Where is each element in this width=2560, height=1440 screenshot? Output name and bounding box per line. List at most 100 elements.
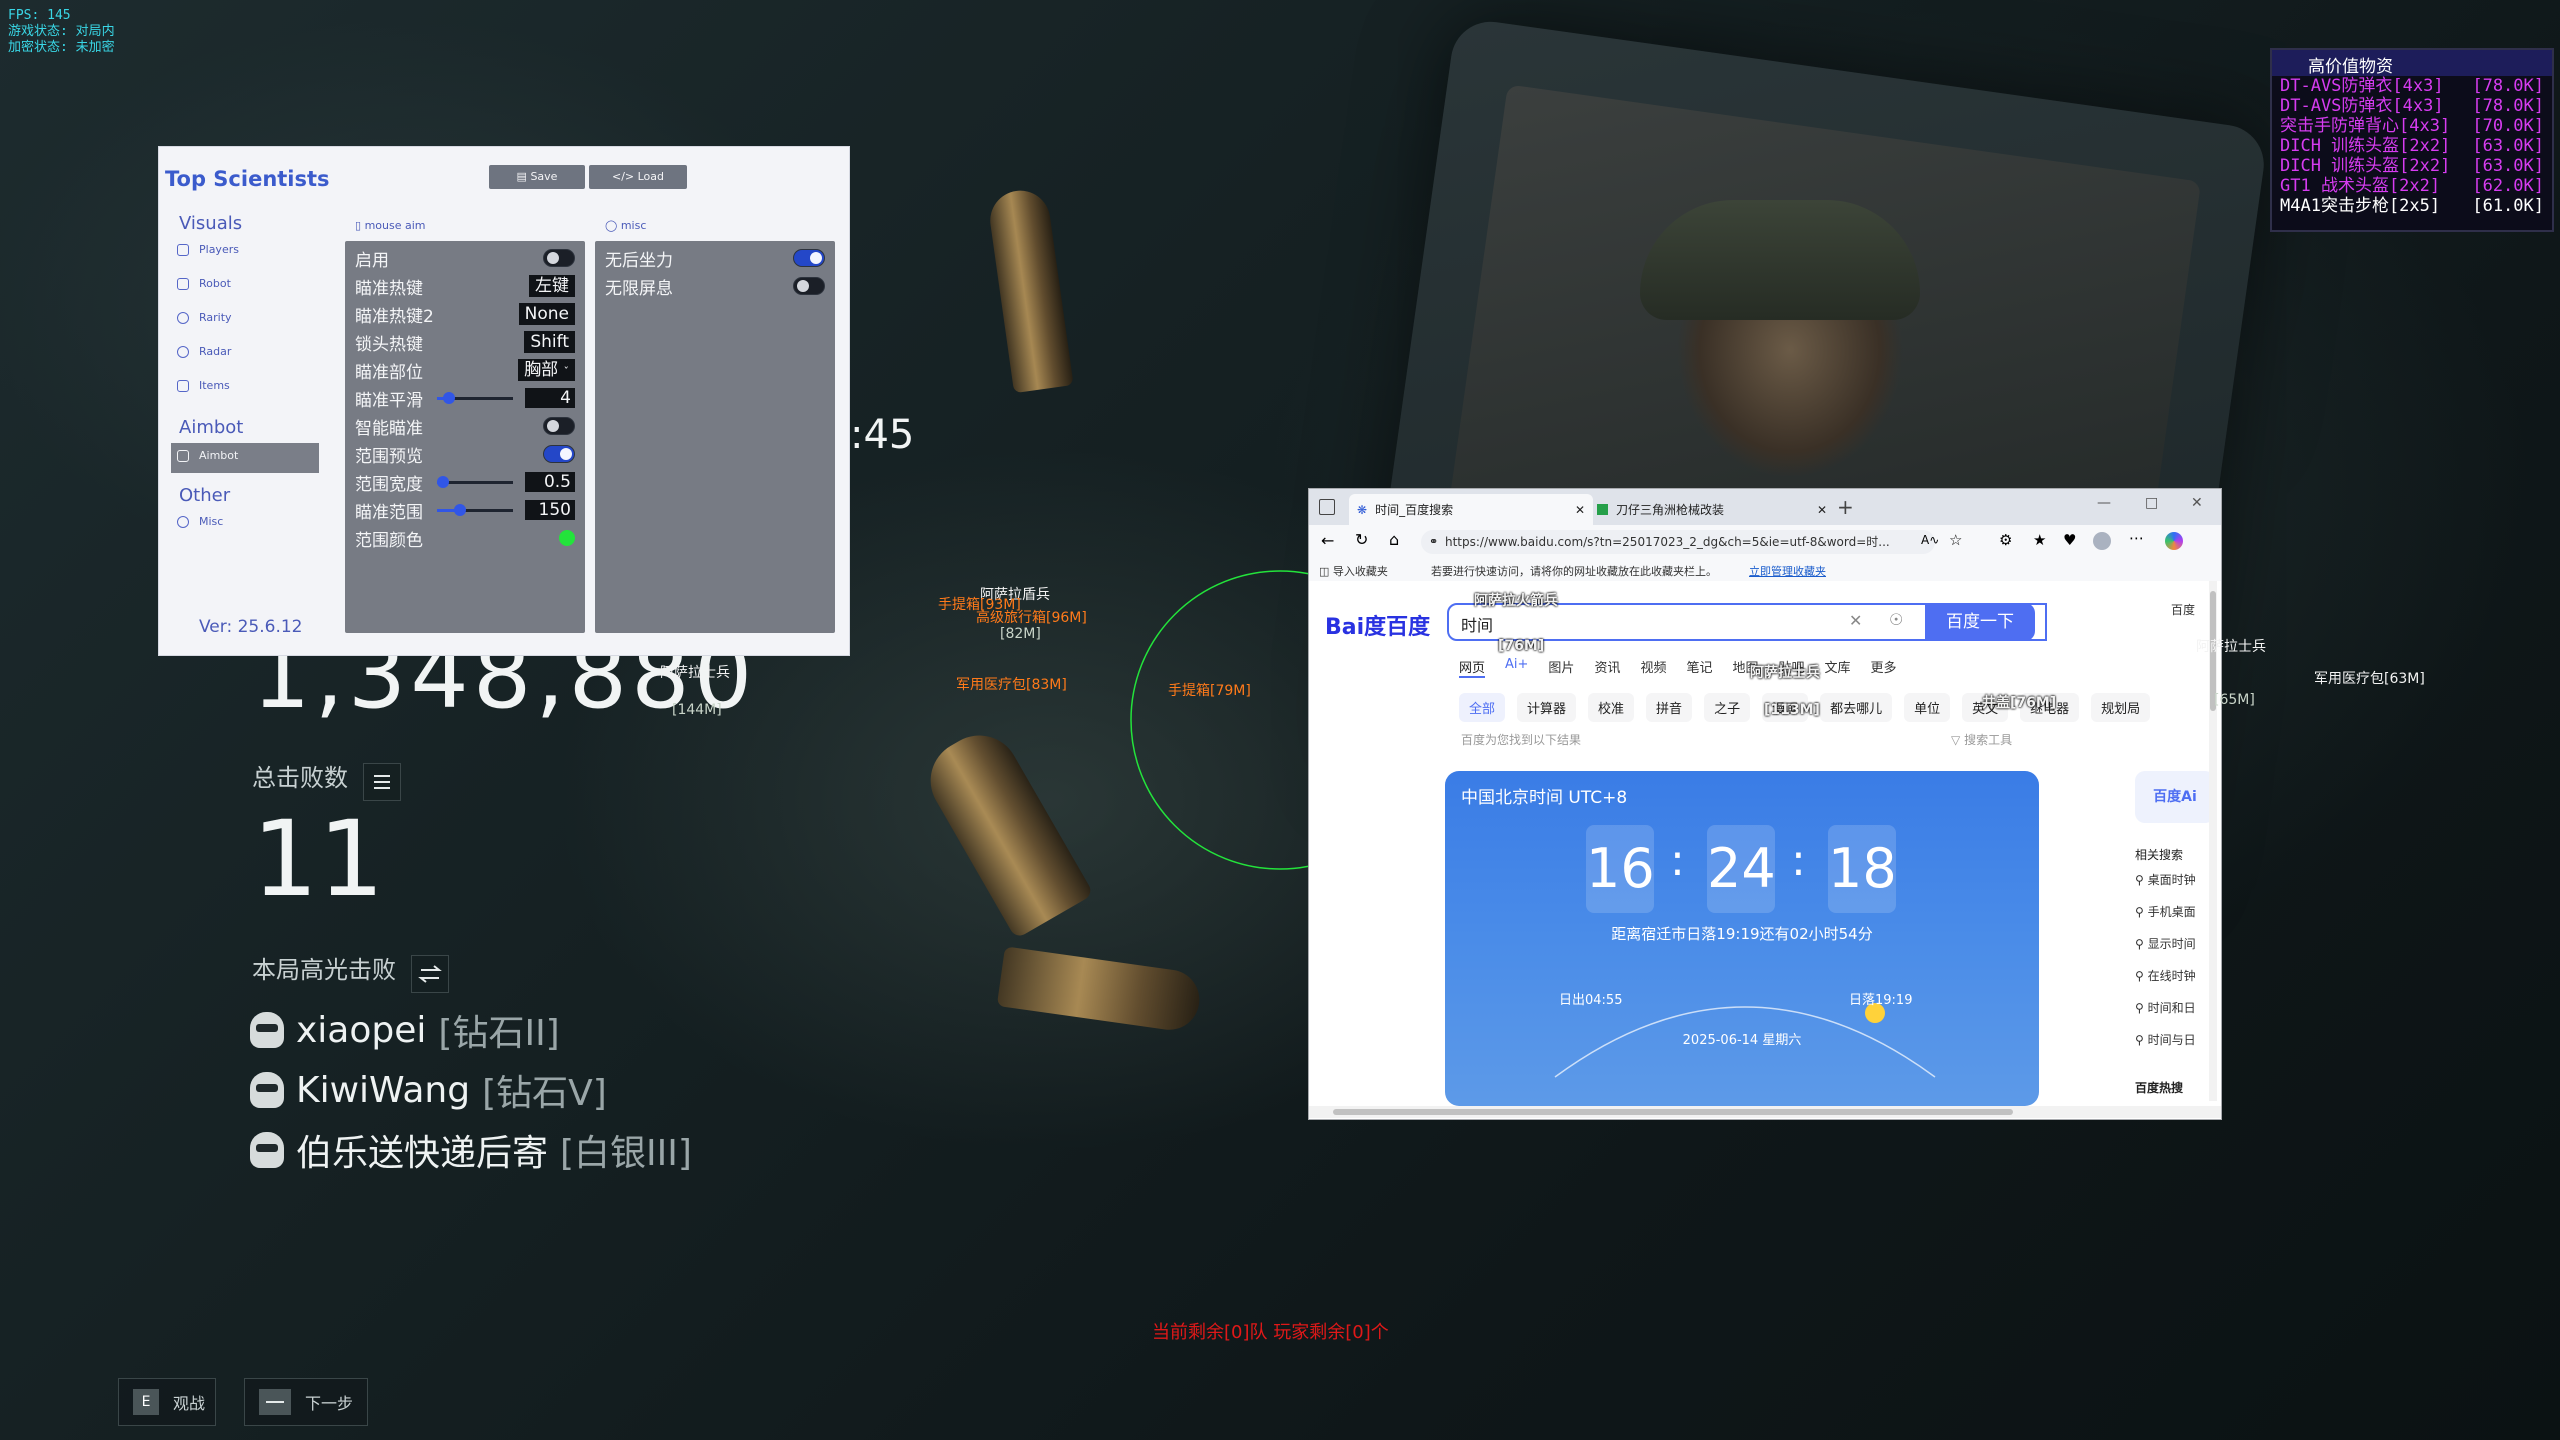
related-item[interactable]: ⚲ 桌面时钟 bbox=[2135, 871, 2196, 903]
nav-label: Radar bbox=[199, 345, 232, 358]
home-icon[interactable]: ⌂ bbox=[1389, 530, 1399, 549]
manage-favorites-link[interactable]: 立即管理收藏夹 bbox=[1749, 563, 1826, 579]
slider-knob[interactable] bbox=[442, 392, 455, 404]
esp-label: 高级旅行箱[96M] bbox=[976, 610, 1087, 626]
search-tools[interactable]: ▽ 搜索工具 bbox=[1951, 731, 2012, 748]
fov-range-slider[interactable]: 150 bbox=[437, 500, 575, 520]
esp-label: [82M] bbox=[1000, 626, 1041, 642]
baidu-ai-button[interactable]: 百度Ai bbox=[2135, 771, 2215, 823]
filter-chip[interactable]: 单位 bbox=[1904, 693, 1951, 722]
nav-group-visuals: Visuals bbox=[179, 213, 243, 234]
slider-knob[interactable] bbox=[454, 504, 466, 516]
setting-label: 范围宽度 bbox=[355, 474, 423, 495]
tab-weapon-mod[interactable]: 刀仔三角洲枪械改装 ✕ bbox=[1589, 494, 1835, 525]
nav-item-rarity[interactable]: Rarity bbox=[177, 311, 232, 324]
smooth-slider[interactable]: 4 bbox=[437, 388, 575, 408]
profile-avatar[interactable] bbox=[2093, 532, 2111, 550]
close-window-button[interactable]: ✕ bbox=[2191, 495, 2203, 511]
close-icon[interactable]: ✕ bbox=[1575, 503, 1585, 517]
lock-key-picker[interactable]: Shift bbox=[524, 331, 575, 353]
search-input[interactable]: 时间 bbox=[1461, 612, 1493, 636]
new-tab-button[interactable]: + bbox=[1837, 495, 1854, 519]
load-button[interactable]: </> Load bbox=[589, 165, 687, 189]
related-item[interactable]: ⚲ 在线时钟 bbox=[2135, 967, 2196, 999]
filter-chip[interactable]: 拼音 bbox=[1646, 693, 1693, 722]
camera-icon[interactable]: ☉ bbox=[1889, 610, 1903, 629]
nav-item-radar[interactable]: Radar bbox=[177, 345, 231, 358]
close-icon[interactable]: ✕ bbox=[1817, 503, 1827, 517]
next-step-button[interactable]: 下一步 bbox=[244, 1378, 368, 1426]
spectate-label: 观战 bbox=[173, 1394, 206, 1413]
filter-chip[interactable]: 校准 bbox=[1588, 693, 1635, 722]
enable-toggle[interactable] bbox=[543, 249, 575, 267]
baidu-logo[interactable]: Bai度百度 bbox=[1325, 609, 1430, 641]
tab-baidu[interactable]: ❋ 时间_百度搜索 ✕ bbox=[1349, 494, 1593, 525]
slider-knob[interactable] bbox=[436, 476, 449, 488]
aim-key-picker[interactable]: 左键 bbox=[529, 275, 575, 297]
aim-part-select[interactable]: 胸部 ˇ bbox=[518, 359, 575, 381]
no-recoil-toggle[interactable] bbox=[793, 249, 825, 267]
favorites-icon[interactable]: ★ bbox=[2033, 531, 2046, 549]
aim-key2-picker[interactable]: None bbox=[518, 303, 575, 325]
list-icon[interactable] bbox=[363, 762, 402, 801]
url-input[interactable]: https://www.baidu.com/s?tn=25017023_2_dg… bbox=[1421, 530, 1935, 554]
content-tab[interactable]: 更多 bbox=[1871, 657, 1897, 678]
shield-icon[interactable]: ♥ bbox=[2063, 531, 2076, 549]
related-item[interactable]: ⚲ 手机桌面 bbox=[2135, 903, 2196, 935]
spectate-button[interactable]: E 观战 bbox=[118, 1378, 216, 1426]
setting-label: 范围颜色 bbox=[355, 530, 423, 551]
content-tab[interactable]: 文库 bbox=[1825, 657, 1851, 678]
maximize-button[interactable]: □ bbox=[2145, 495, 2158, 511]
color-swatch[interactable] bbox=[559, 530, 575, 546]
filter-chip[interactable]: 规划局 bbox=[2091, 693, 2151, 722]
content-tab[interactable]: 笔记 bbox=[1686, 657, 1712, 678]
filter-chip[interactable]: 全部 bbox=[1459, 693, 1506, 722]
related-label: 手机桌面 bbox=[2147, 905, 2196, 919]
clear-icon[interactable]: ✕ bbox=[1849, 611, 1862, 630]
no-flash-toggle[interactable] bbox=[793, 277, 825, 295]
back-icon[interactable]: ← bbox=[1321, 531, 1334, 550]
copilot-icon[interactable] bbox=[2165, 532, 2183, 550]
import-favorites[interactable]: ◫ 导入收藏夹 bbox=[1319, 563, 1388, 579]
highlight-label: 本局高光击败 bbox=[252, 956, 396, 984]
content-tab[interactable]: 视频 bbox=[1640, 657, 1666, 678]
content-tab[interactable]: 资讯 bbox=[1594, 657, 1620, 678]
fov-preview-toggle[interactable] bbox=[543, 445, 575, 463]
related-item[interactable]: ⚲ 时间与日 bbox=[2135, 1031, 2196, 1063]
extensions-icon[interactable]: ⚙ bbox=[1999, 531, 2012, 549]
more-icon[interactable]: ⋯ bbox=[2129, 529, 2144, 547]
filter-chip[interactable]: 之子 bbox=[1704, 693, 1751, 722]
content-tab[interactable]: 图片 bbox=[1548, 657, 1574, 678]
search-button[interactable]: 百度一下 bbox=[1925, 603, 2035, 641]
scrollbar-horizontal[interactable] bbox=[1309, 1106, 2221, 1118]
related-item[interactable]: ⚲ 时间和日 bbox=[2135, 999, 2196, 1031]
save-button[interactable]: ▤ Save bbox=[489, 165, 585, 189]
tab-actions-icon[interactable] bbox=[1319, 499, 1335, 515]
nav-item-aimbot-label[interactable]: Aimbot bbox=[177, 449, 238, 462]
fov-width-slider[interactable]: 0.5 bbox=[436, 472, 575, 492]
related-item[interactable]: ⚲ 显示时间 bbox=[2135, 935, 2196, 967]
filter-chip[interactable]: 计算器 bbox=[1517, 693, 1577, 722]
nav-item-robot[interactable]: Robot bbox=[177, 277, 231, 290]
setting-label: 智能瞄准 bbox=[355, 418, 423, 439]
nav-item-misc[interactable]: Misc bbox=[177, 515, 223, 528]
smart-aim-toggle[interactable] bbox=[543, 417, 575, 435]
scrollbar-vertical[interactable] bbox=[2209, 581, 2217, 1101]
favorite-star-icon[interactable]: ☆ bbox=[1949, 531, 1962, 549]
content-tab[interactable]: 网页 bbox=[1459, 657, 1486, 678]
loot-item-name: GT1 战术头盔[2x2] bbox=[2280, 176, 2441, 196]
minimize-button[interactable]: — bbox=[2097, 495, 2111, 511]
nav-item-players[interactable]: Players bbox=[177, 243, 239, 256]
partial-time: :45 bbox=[850, 412, 915, 458]
setting-smart-aim: 智能瞄准 bbox=[355, 413, 575, 439]
right-top-link[interactable]: 百度 bbox=[2171, 601, 2195, 618]
read-aloud-icon[interactable]: A∿ bbox=[1921, 533, 1939, 547]
content-tab[interactable]: Ai+ bbox=[1505, 657, 1528, 678]
filter-chip[interactable]: 都去哪儿 bbox=[1820, 693, 1893, 722]
nav-item-items[interactable]: Items bbox=[177, 379, 230, 392]
swap-icon[interactable] bbox=[411, 954, 450, 993]
refresh-icon[interactable]: ↻ bbox=[1355, 530, 1368, 549]
search-icon: ⚲ bbox=[2135, 937, 2148, 951]
chevron-down-icon: ˇ bbox=[563, 365, 570, 378]
setting-label: 瞄准部位 bbox=[355, 362, 423, 383]
